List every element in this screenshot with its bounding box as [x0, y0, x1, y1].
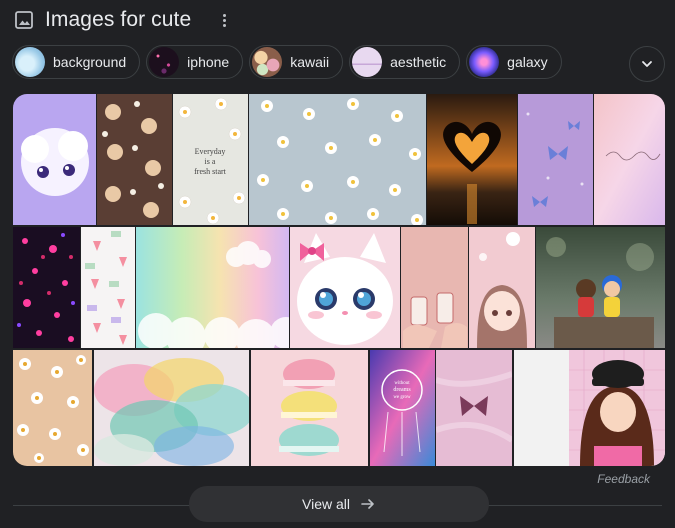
kawaii-thumbnail: [252, 47, 283, 77]
image-tile-anime-girl-pink[interactable]: [469, 227, 535, 348]
image-tile-pastel-macarons[interactable]: [251, 350, 368, 466]
everyday-line-3: fresh start: [194, 167, 227, 176]
more-options-icon[interactable]: [215, 11, 233, 29]
dreams-line-1: without: [394, 381, 410, 386]
image-tile-white-kitten-pink-bow[interactable]: [290, 227, 400, 348]
image-icon: [15, 11, 33, 29]
everyday-line-2: is a: [205, 157, 216, 166]
chip-label: aesthetic: [390, 54, 447, 70]
aesthetic-thumbnail: [352, 47, 383, 77]
image-tile-peach-daisy-pattern[interactable]: [13, 350, 92, 466]
image-tile-pink-drinks-illustration[interactable]: [401, 227, 468, 348]
feedback-link[interactable]: Feedback: [597, 472, 650, 486]
related-chips: background iphone kawaii aesthetic galax…: [12, 45, 562, 79]
image-tile-dreamcatcher-galaxy[interactable]: without dreams we grow: [370, 350, 435, 466]
image-tile-pastel-rainbow-clouds[interactable]: [136, 227, 289, 348]
image-tile-purple-butterflies[interactable]: [518, 94, 593, 225]
page-title: Images for cute: [45, 8, 192, 31]
image-grid: Everyday is a fresh start without dreams…: [13, 94, 665, 466]
image-tile-pink-pastel-script[interactable]: [594, 94, 665, 225]
chip-kawaii[interactable]: kawaii: [249, 45, 344, 79]
chevron-down-icon[interactable]: [629, 46, 665, 82]
chip-label: galaxy: [507, 54, 548, 70]
image-tile-colorful-smoke[interactable]: [94, 350, 249, 466]
image-tile-daisy-everyday-fresh-start[interactable]: Everyday is a fresh start: [173, 94, 248, 225]
image-tile-neon-hearts-dark[interactable]: [13, 227, 80, 348]
chip-iphone[interactable]: iphone: [146, 45, 244, 79]
chip-aesthetic[interactable]: aesthetic: [349, 45, 461, 79]
image-tile-strawberry-pattern[interactable]: [81, 227, 135, 348]
image-tile-daisy-pattern-blue[interactable]: [249, 94, 426, 225]
image-tile-girl-cap-pink-grid[interactable]: [514, 350, 665, 466]
everyday-line-1: Everyday: [195, 147, 226, 156]
dreams-line-3: we grow: [393, 395, 411, 400]
image-tile-pink-butterfly-marble[interactable]: [436, 350, 512, 466]
image-tile-fluffy-white-creature[interactable]: [13, 94, 96, 225]
view-all-button[interactable]: View all: [189, 486, 489, 522]
chip-galaxy[interactable]: galaxy: [466, 45, 562, 79]
dreams-line-2: dreams: [393, 387, 411, 393]
image-tile-couple-figurines[interactable]: [536, 227, 665, 348]
view-all-label: View all: [302, 496, 350, 512]
results-header: Images for cute: [14, 6, 233, 34]
chip-label: iphone: [187, 54, 230, 70]
image-tile-teddy-bear-pattern[interactable]: [97, 94, 172, 225]
galaxy-thumbnail: [469, 47, 500, 77]
chip-label: background: [53, 54, 127, 70]
arrow-right-icon: [361, 499, 374, 509]
background-thumbnail: [15, 47, 45, 77]
image-tile-heart-hands-sunset[interactable]: [427, 94, 517, 225]
chip-label: kawaii: [290, 54, 330, 70]
iphone-thumbnail: [149, 47, 180, 77]
chip-background[interactable]: background: [12, 45, 141, 79]
